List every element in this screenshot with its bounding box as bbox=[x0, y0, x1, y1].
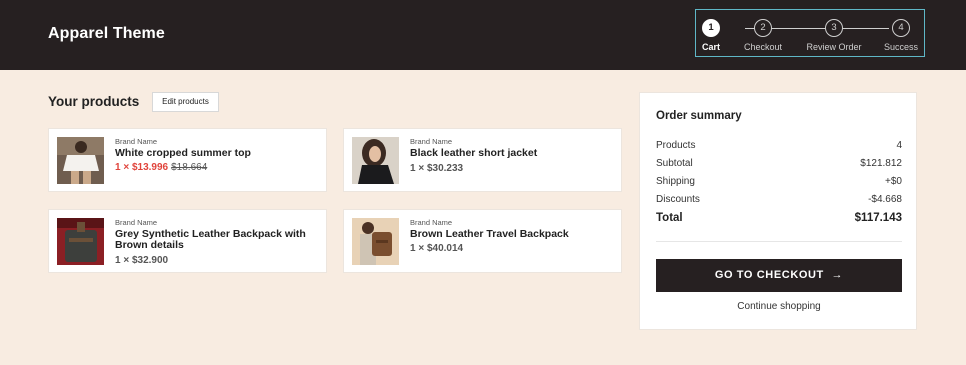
top-header: Apparel Theme 1 Cart 2 Checkout 3 Review… bbox=[0, 0, 966, 70]
product-card[interactable]: Brand Name Black leather short jacket 1 … bbox=[343, 128, 622, 192]
summary-divider bbox=[656, 241, 902, 242]
go-to-checkout-button[interactable]: GO TO CHECKOUT → bbox=[656, 259, 902, 292]
product-image bbox=[57, 137, 104, 184]
summary-label: Discounts bbox=[656, 194, 700, 205]
product-name[interactable]: Brown Leather Travel Backpack bbox=[410, 229, 610, 240]
quantity-prefix: 1 × bbox=[115, 162, 130, 173]
product-card[interactable]: Brand Name White cropped summer top 1 × … bbox=[48, 128, 327, 192]
product-name[interactable]: Black leather short jacket bbox=[410, 148, 610, 159]
checkout-label: GO TO CHECKOUT bbox=[714, 269, 824, 281]
total-value: $117.143 bbox=[854, 212, 902, 224]
order-summary-title: Order summary bbox=[656, 110, 742, 122]
step-label: Success bbox=[883, 42, 918, 52]
summary-row-total: Total $117.143 bbox=[656, 212, 902, 224]
summary-row-discounts: Discounts -$4.668 bbox=[656, 194, 902, 205]
summary-row-shipping: Shipping +$0 bbox=[656, 176, 902, 187]
step-number: 3 bbox=[825, 19, 843, 37]
step-number: 1 bbox=[702, 19, 720, 37]
product-price: 1 × $13.996 $18.664 bbox=[115, 162, 207, 173]
product-image bbox=[352, 137, 399, 184]
summary-label: Shipping bbox=[656, 176, 695, 187]
product-price: 1 × $40.014 bbox=[410, 243, 464, 254]
brand-title[interactable]: Apparel Theme bbox=[48, 25, 165, 43]
product-brand: Brand Name bbox=[115, 218, 158, 227]
product-card[interactable]: Brand Name Grey Synthetic Leather Backpa… bbox=[48, 209, 327, 273]
product-brand: Brand Name bbox=[410, 137, 453, 146]
step-number: 4 bbox=[892, 19, 910, 37]
edit-products-button[interactable]: Edit products bbox=[152, 92, 219, 112]
arrow-right-icon: → bbox=[831, 269, 844, 281]
product-price: 1 × $30.233 bbox=[410, 163, 464, 174]
summary-label: Subtotal bbox=[656, 158, 693, 169]
product-price: 1 × $32.900 bbox=[115, 255, 169, 266]
product-card[interactable]: Brand Name Brown Leather Travel Backpack… bbox=[343, 209, 622, 273]
total-label: Total bbox=[656, 212, 683, 224]
step-checkout[interactable]: 2 Checkout bbox=[723, 10, 803, 58]
product-name[interactable]: White cropped summer top bbox=[115, 148, 315, 159]
summary-value: -$4.668 bbox=[868, 194, 902, 205]
sale-price: $13.996 bbox=[131, 162, 169, 173]
product-image bbox=[352, 218, 399, 265]
continue-shopping-link[interactable]: Continue shopping bbox=[656, 301, 902, 312]
original-price: $18.664 bbox=[171, 162, 208, 173]
products-heading: Your products bbox=[48, 94, 140, 109]
summary-row-products: Products 4 bbox=[656, 140, 902, 151]
product-name[interactable]: Grey Synthetic Leather Backpack with Bro… bbox=[115, 229, 315, 251]
summary-value: +$0 bbox=[885, 176, 902, 187]
product-brand: Brand Name bbox=[115, 137, 158, 146]
product-image bbox=[57, 218, 104, 265]
step-label: Checkout bbox=[743, 42, 783, 52]
product-brand: Brand Name bbox=[410, 218, 453, 227]
summary-label: Products bbox=[656, 140, 696, 151]
checkout-stepper: 1 Cart 2 Checkout 3 Review Order 4 Succe… bbox=[695, 9, 925, 57]
step-number: 2 bbox=[754, 19, 772, 37]
summary-value: 4 bbox=[896, 140, 902, 151]
summary-value: $121.812 bbox=[860, 158, 902, 169]
order-summary-panel: Order summary Products 4 Subtotal $121.8… bbox=[639, 92, 917, 330]
summary-row-subtotal: Subtotal $121.812 bbox=[656, 158, 902, 169]
step-success[interactable]: 4 Success bbox=[861, 10, 941, 58]
